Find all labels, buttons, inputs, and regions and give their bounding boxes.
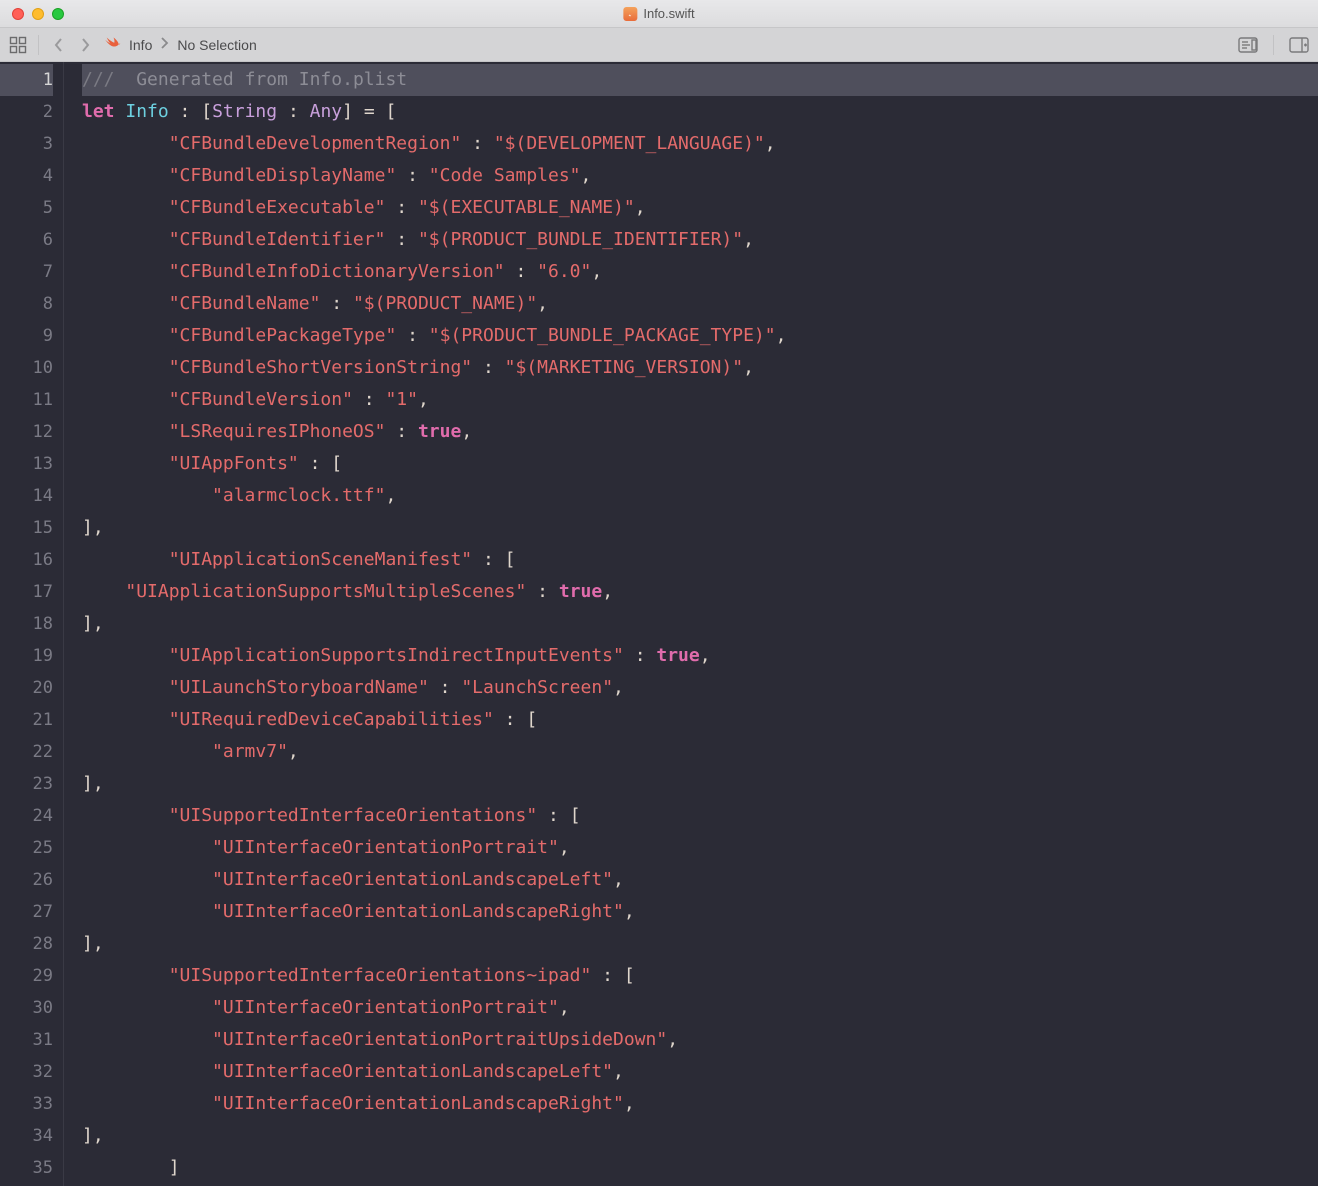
- line-number[interactable]: 34: [0, 1120, 53, 1152]
- line-number[interactable]: 27: [0, 896, 53, 928]
- minimize-window-button[interactable]: [32, 8, 44, 20]
- code-line[interactable]: "UIInterfaceOrientationLandscapeRight",: [82, 896, 1318, 928]
- code-line[interactable]: "alarmclock.ttf",: [82, 480, 1318, 512]
- code-line[interactable]: "UIInterfaceOrientationPortrait",: [82, 992, 1318, 1024]
- code-line[interactable]: "CFBundleVersion" : "1",: [82, 384, 1318, 416]
- traffic-lights: [0, 8, 64, 20]
- window-title: Info.swift: [623, 6, 694, 21]
- window-title-text: Info.swift: [643, 6, 694, 21]
- code-line[interactable]: "UIApplicationSupportsMultipleScenes" : …: [82, 576, 1318, 608]
- code-line[interactable]: ],: [82, 768, 1318, 800]
- code-line[interactable]: "UIInterfaceOrientationLandscapeLeft",: [82, 864, 1318, 896]
- line-number[interactable]: 23: [0, 768, 53, 800]
- add-editor-icon[interactable]: [1288, 35, 1310, 55]
- code-line[interactable]: let Info : [String : Any] = [: [82, 96, 1318, 128]
- code-line[interactable]: "UISupportedInterfaceOrientations" : [: [82, 800, 1318, 832]
- line-number[interactable]: 24: [0, 800, 53, 832]
- code-line[interactable]: "UIApplicationSceneManifest" : [: [82, 544, 1318, 576]
- code-line[interactable]: "UIInterfaceOrientationLandscapeLeft",: [82, 1056, 1318, 1088]
- code-line[interactable]: "UILaunchStoryboardName" : "LaunchScreen…: [82, 672, 1318, 704]
- line-number[interactable]: 32: [0, 1056, 53, 1088]
- line-number[interactable]: 3: [0, 128, 53, 160]
- window-titlebar: Info.swift: [0, 0, 1318, 28]
- jumpbar-separator: [38, 35, 39, 55]
- line-number[interactable]: 26: [0, 864, 53, 896]
- line-number[interactable]: 6: [0, 224, 53, 256]
- code-line[interactable]: "CFBundleName" : "$(PRODUCT_NAME)",: [82, 288, 1318, 320]
- code-line[interactable]: ],: [82, 512, 1318, 544]
- code-line[interactable]: ],: [82, 608, 1318, 640]
- swift-file-icon: [623, 7, 637, 21]
- code-line[interactable]: "UIInterfaceOrientationLandscapeRight",: [82, 1088, 1318, 1120]
- line-number[interactable]: 31: [0, 1024, 53, 1056]
- line-number[interactable]: 2: [0, 96, 53, 128]
- code-line[interactable]: "UIAppFonts" : [: [82, 448, 1318, 480]
- line-number[interactable]: 10: [0, 352, 53, 384]
- line-number[interactable]: 8: [0, 288, 53, 320]
- close-window-button[interactable]: [12, 8, 24, 20]
- line-number[interactable]: 20: [0, 672, 53, 704]
- chevron-right-icon: [160, 36, 169, 53]
- code-line[interactable]: "UIInterfaceOrientationPortrait",: [82, 832, 1318, 864]
- line-number[interactable]: 4: [0, 160, 53, 192]
- code-line[interactable]: "UIInterfaceOrientationPortraitUpsideDow…: [82, 1024, 1318, 1056]
- line-number[interactable]: 1: [0, 64, 53, 96]
- code-line[interactable]: ],: [82, 1120, 1318, 1152]
- code-line[interactable]: "CFBundlePackageType" : "$(PRODUCT_BUNDL…: [82, 320, 1318, 352]
- line-number[interactable]: 19: [0, 640, 53, 672]
- code-line[interactable]: "CFBundleIdentifier" : "$(PRODUCT_BUNDLE…: [82, 224, 1318, 256]
- jumpbar-separator-right: [1273, 35, 1274, 55]
- line-number[interactable]: 22: [0, 736, 53, 768]
- nav-back-button[interactable]: [49, 35, 69, 55]
- nav-forward-button[interactable]: [75, 35, 95, 55]
- line-number[interactable]: 18: [0, 608, 53, 640]
- line-number[interactable]: 15: [0, 512, 53, 544]
- breadcrumb-file[interactable]: Info: [129, 37, 152, 53]
- code-line[interactable]: ],: [82, 928, 1318, 960]
- line-number[interactable]: 16: [0, 544, 53, 576]
- code-line[interactable]: "CFBundleShortVersionString" : "$(MARKET…: [82, 352, 1318, 384]
- code-line[interactable]: "CFBundleExecutable" : "$(EXECUTABLE_NAM…: [82, 192, 1318, 224]
- code-line[interactable]: "UISupportedInterfaceOrientations~ipad" …: [82, 960, 1318, 992]
- related-items-icon[interactable]: [8, 35, 28, 55]
- line-number[interactable]: 9: [0, 320, 53, 352]
- line-number-gutter[interactable]: 1234567891011121314151617181920212223242…: [0, 62, 64, 1186]
- code-line[interactable]: ]: [82, 1152, 1318, 1184]
- line-number[interactable]: 25: [0, 832, 53, 864]
- code-line[interactable]: "LSRequiresIPhoneOS" : true,: [82, 416, 1318, 448]
- code-line[interactable]: "CFBundleDevelopmentRegion" : "$(DEVELOP…: [82, 128, 1318, 160]
- line-number[interactable]: 5: [0, 192, 53, 224]
- line-number[interactable]: 29: [0, 960, 53, 992]
- breadcrumb-selection[interactable]: No Selection: [177, 37, 256, 53]
- code-line[interactable]: /// Generated from Info.plist: [82, 64, 1318, 96]
- code-line[interactable]: "UIRequiredDeviceCapabilities" : [: [82, 704, 1318, 736]
- editor-layout-controls: [1237, 35, 1310, 55]
- line-number[interactable]: 35: [0, 1152, 53, 1184]
- line-number[interactable]: 33: [0, 1088, 53, 1120]
- line-number[interactable]: 7: [0, 256, 53, 288]
- swift-bird-icon: [103, 33, 121, 56]
- code-area[interactable]: /// Generated from Info.plistlet Info : …: [64, 62, 1318, 1186]
- code-line[interactable]: "UIApplicationSupportsIndirectInputEvent…: [82, 640, 1318, 672]
- jump-bar: Info No Selection: [0, 28, 1318, 62]
- minimap-toggle-icon[interactable]: [1237, 35, 1259, 55]
- line-number[interactable]: 21: [0, 704, 53, 736]
- line-number[interactable]: 17: [0, 576, 53, 608]
- line-number[interactable]: 14: [0, 480, 53, 512]
- line-number[interactable]: 30: [0, 992, 53, 1024]
- line-number[interactable]: 28: [0, 928, 53, 960]
- line-number[interactable]: 11: [0, 384, 53, 416]
- line-number[interactable]: 12: [0, 416, 53, 448]
- code-line[interactable]: "armv7",: [82, 736, 1318, 768]
- line-number[interactable]: 13: [0, 448, 53, 480]
- zoom-window-button[interactable]: [52, 8, 64, 20]
- code-editor[interactable]: 1234567891011121314151617181920212223242…: [0, 62, 1318, 1186]
- code-line[interactable]: "CFBundleDisplayName" : "Code Samples",: [82, 160, 1318, 192]
- code-line[interactable]: "CFBundleInfoDictionaryVersion" : "6.0",: [82, 256, 1318, 288]
